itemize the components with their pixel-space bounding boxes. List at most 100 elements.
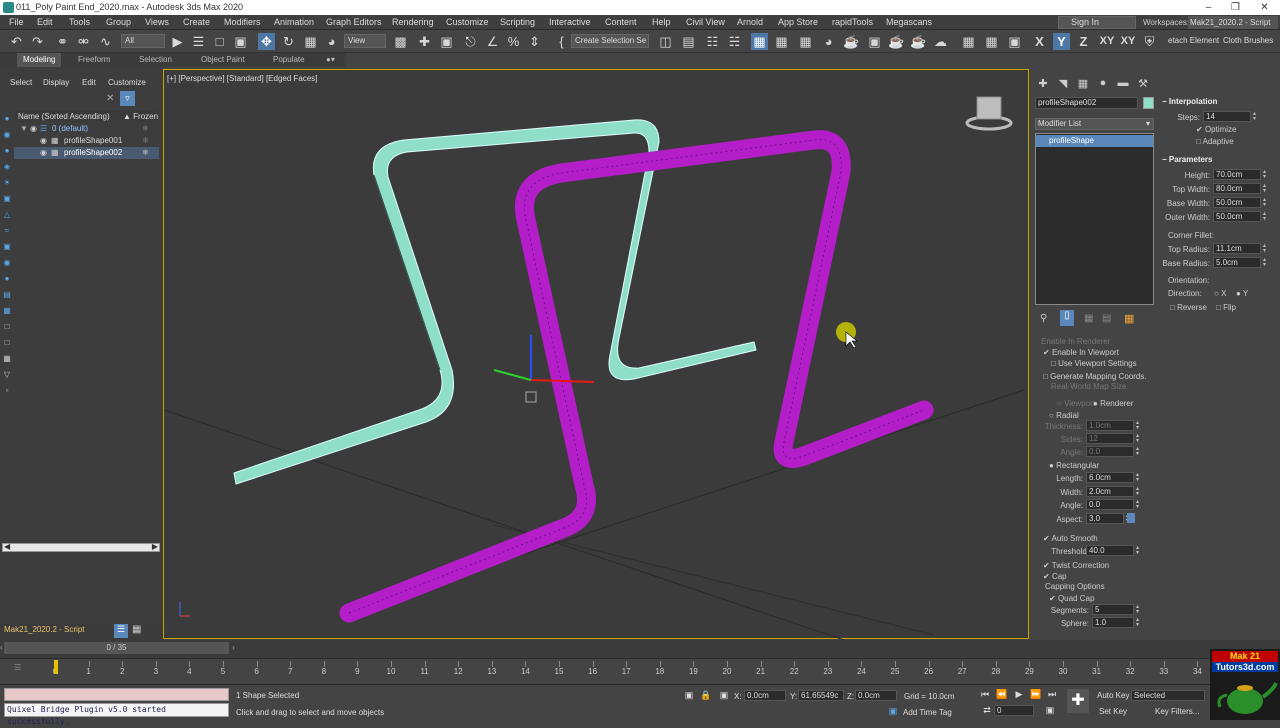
display-all-icon[interactable]: ◉ (2, 130, 12, 140)
menu-file[interactable]: File (9, 17, 24, 27)
close-icon[interactable]: ✕ (106, 93, 114, 104)
tab-freeform[interactable]: Freeform (78, 55, 110, 64)
scroll-left-icon[interactable]: ◀ (4, 542, 10, 551)
height-spinner[interactable]: 70.0cm (1213, 169, 1269, 180)
tree-row-object[interactable]: ◉ ▦ profileShape001 ❄ (14, 135, 159, 147)
constrain-xy-button[interactable]: XY (1097, 33, 1117, 50)
time-cursor[interactable] (54, 660, 58, 674)
use-viewport-settings-checkbox[interactable]: □ Use Viewport Settings (1051, 359, 1137, 368)
tab-selection[interactable]: Selection (139, 55, 172, 64)
time-config-icon[interactable]: ▣ (1044, 704, 1056, 716)
tab-modeling[interactable]: Modeling (17, 53, 62, 67)
rendered-frame-window-icon[interactable]: ▣ (866, 33, 883, 50)
optimize-checkbox[interactable]: ✔ Optimize (1196, 125, 1237, 134)
menu-views[interactable]: Views (145, 17, 169, 27)
enable-in-renderer-checkbox[interactable]: Enable In Renderer (1041, 337, 1110, 346)
menu-megascans[interactable]: Megascans (886, 17, 932, 27)
set-key-button[interactable]: Set Key (1099, 707, 1127, 716)
edit-named-sets-icon[interactable]: { (553, 33, 570, 50)
hierarchy-tab-icon[interactable]: ▦ (1076, 77, 1090, 90)
select-by-name-icon[interactable]: ☰ (190, 33, 207, 50)
select-rotate-icon[interactable]: ↻ (280, 33, 297, 50)
undo-icon[interactable]: ↶ (8, 33, 25, 50)
display-shapes-icon[interactable]: ◈ (2, 162, 12, 172)
isolate-icon[interactable]: ▣ (1006, 33, 1023, 50)
select-manipulate-icon[interactable]: ✚ (416, 33, 433, 50)
time-slider[interactable]: 0 / 35 (4, 642, 229, 654)
rectangular-radio[interactable]: ● Rectangular (1049, 461, 1099, 470)
track-bar-menu-icon[interactable]: ☰ (14, 663, 21, 672)
menu-app-store[interactable]: App Store (778, 17, 818, 27)
play-icon[interactable]: ▶ (1013, 688, 1025, 700)
top-radius-spinner[interactable]: 11.1cm (1213, 243, 1269, 254)
menu-edit[interactable]: Edit (37, 17, 53, 27)
select-scale-icon[interactable]: ▦ (302, 33, 319, 50)
constrain-x-button[interactable]: X (1031, 33, 1048, 50)
adaptive-checkbox[interactable]: □ Adaptive (1196, 137, 1234, 146)
freeze-icon[interactable]: ❄ (142, 135, 149, 147)
width-spinner[interactable]: 2.0cm (1086, 486, 1142, 497)
unlink-icon[interactable]: ⚮ (75, 33, 92, 50)
auto-key-button[interactable]: Auto Key (1097, 691, 1129, 700)
menu-group[interactable]: Group (106, 17, 131, 27)
close-button[interactable]: ✕ (1251, 0, 1278, 15)
minimize-button[interactable]: – (1195, 0, 1222, 15)
object-color-swatch[interactable] (1143, 97, 1154, 109)
rect-selection-icon[interactable]: □ (211, 33, 228, 50)
sides-spinner[interactable]: 12 (1086, 433, 1142, 444)
key-filters-button[interactable]: Key Filters... (1155, 707, 1199, 716)
se-menu-select[interactable]: Select (10, 78, 32, 87)
shield-icon[interactable]: ⛨ (1141, 33, 1158, 50)
menu-rendering[interactable]: Rendering (392, 17, 434, 27)
render-setup-icon[interactable]: ☕ (843, 33, 860, 50)
ribbon-options-icon[interactable]: ●▾ (326, 55, 335, 64)
length-spinner[interactable]: 6.0cm (1086, 472, 1142, 483)
schematic-view-icon[interactable]: ▦ (797, 33, 814, 50)
current-frame-field[interactable]: 0 (994, 705, 1034, 716)
bind-space-warp-icon[interactable]: ∿ (97, 33, 114, 50)
display-groups-icon[interactable]: ▣ (2, 242, 12, 252)
sphere-spinner[interactable]: 1.0 (1092, 617, 1142, 628)
direction-x-radio[interactable]: ○ X (1214, 289, 1226, 298)
display-influences-icon[interactable]: ▦ (2, 354, 12, 364)
eye-icon[interactable]: ◉ (30, 123, 37, 135)
horizontal-scrollbar[interactable]: ◀ ▶ (2, 542, 160, 552)
eye-icon[interactable]: ◉ (40, 135, 47, 147)
menu-create[interactable]: Create (183, 17, 210, 27)
display-tab-icon[interactable]: ▬ (1116, 77, 1130, 89)
quad-cap-checkbox[interactable]: ✔ Quad Cap (1049, 594, 1094, 603)
menu-rapidtools[interactable]: rapidTools (832, 17, 873, 27)
angle-snap-icon[interactable]: ∠ (484, 33, 501, 50)
reverse-checkbox[interactable]: □ Reverse (1170, 303, 1207, 312)
viewport-label[interactable]: [+] [Perspective] [Standard] [Edged Face… (167, 74, 318, 83)
filter-funnel-icon[interactable]: ▽ (2, 370, 12, 380)
renderer-radio[interactable]: ● Renderer (1093, 399, 1133, 408)
pivot-center-icon[interactable]: ▩ (392, 33, 409, 50)
direction-y-radio[interactable]: ● Y (1236, 289, 1248, 298)
maximize-button[interactable]: ❐ (1222, 0, 1249, 15)
angle2-spinner[interactable]: 0.0 (1086, 499, 1142, 510)
snaps-toggle-icon[interactable]: ⎋ (462, 33, 479, 50)
y-coord-field[interactable]: 61.65549c (798, 690, 844, 701)
toggle-ribbon-icon[interactable]: ▦ (751, 33, 768, 50)
menu-content[interactable]: Content (605, 17, 637, 27)
select-object-icon[interactable]: ▶ (169, 33, 186, 50)
detach-element-button[interactable]: etach Element (1168, 36, 1219, 45)
redo-icon[interactable]: ↷ (29, 33, 46, 50)
cloth-brushes-button[interactable]: Cloth Brushes (1223, 36, 1273, 45)
twist-correction-checkbox[interactable]: ✔ Twist Correction (1043, 561, 1109, 570)
next-key-icon[interactable]: ⏩ (1030, 688, 1042, 700)
freeze-icon[interactable]: ❄ (142, 123, 149, 135)
track-bar[interactable]: ☰ 01234567891011121314151617181920212223… (0, 658, 1210, 684)
modifier-list-dropdown[interactable]: Modifier List ▾ (1035, 118, 1154, 130)
selection-filter-dropdown[interactable]: All (121, 34, 165, 48)
enable-in-viewport-checkbox[interactable]: ✔ Enable In Viewport (1043, 348, 1119, 357)
sync-icon[interactable]: ▫ (2, 386, 12, 396)
tab-populate[interactable]: Populate (273, 55, 305, 64)
generate-mapping-checkbox[interactable]: □ Generate Mapping Coords. (1043, 372, 1147, 381)
maxscript-listener-input[interactable] (4, 688, 229, 701)
menu-help[interactable]: Help (652, 17, 671, 27)
viewport-radio[interactable]: ○ Viewport (1057, 399, 1095, 408)
profile-shape-ghost[interactable] (233, 119, 757, 485)
window-crossing-icon[interactable]: ▣ (232, 33, 249, 50)
